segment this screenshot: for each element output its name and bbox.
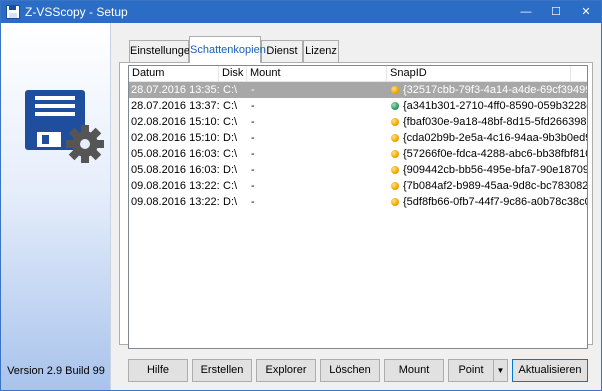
cell-disk: C:\ xyxy=(223,148,238,160)
status-orange-icon xyxy=(389,146,401,162)
cell-disk: C:\ xyxy=(223,84,238,96)
cell-datum: 28.07.2016 13:35:22 xyxy=(131,84,219,96)
cell-datum: 05.08.2016 16:03:23 xyxy=(131,148,219,160)
create-button[interactable]: Erstellen xyxy=(192,359,252,382)
cell-mount: - xyxy=(251,148,255,160)
table-row[interactable]: 28.07.2016 13:37:52 C:\ - {a341b301-2710… xyxy=(129,98,587,114)
cell-disk: C:\ xyxy=(223,100,238,112)
cell-snapid: {5df8fb66-0fb7-44f7-9c86-a0b78c38c03e} xyxy=(403,196,587,208)
tab-schattenkopien[interactable]: Schattenkopien xyxy=(189,36,266,63)
shadow-copies-list[interactable]: Datum Disk Mount SnapID 28.07.2016 13:35… xyxy=(128,65,588,349)
dropdown-arrow-icon[interactable]: ▼ xyxy=(493,360,507,381)
cell-mount: - xyxy=(251,196,255,208)
floppy-disk-gear-icon xyxy=(25,90,104,163)
cell-datum: 28.07.2016 13:37:52 xyxy=(131,100,219,112)
cell-snapid: {7b084af2-b989-45aa-9d8c-bc7830826ef6} xyxy=(403,180,587,192)
cell-mount: - xyxy=(251,132,255,144)
cell-snapid: {57266f0e-fdca-4288-abc6-bb38fbf810ee} xyxy=(403,148,587,160)
tab-einstellungen[interactable]: Einstellungen xyxy=(129,40,196,62)
cell-disk: C:\ xyxy=(223,180,238,192)
cell-datum: 02.08.2016 15:10:11 xyxy=(131,116,219,128)
sidebar: Version 2.9 Build 99 xyxy=(1,23,111,390)
cell-disk: C:\ xyxy=(223,116,238,128)
status-orange-icon xyxy=(389,194,401,210)
table-row[interactable]: 02.08.2016 15:10:11 C:\ - {fbaf030e-9a18… xyxy=(129,114,587,130)
cell-datum: 09.08.2016 13:22:45 xyxy=(131,196,219,208)
point-label: Point xyxy=(458,364,484,376)
cell-disk: D:\ xyxy=(223,196,238,208)
status-orange-icon xyxy=(389,130,401,146)
cell-mount: - xyxy=(251,100,255,112)
version-label: Version 2.9 Build 99 xyxy=(7,365,105,377)
tab-lizenz[interactable]: Lizenz xyxy=(303,40,339,62)
table-row[interactable]: 05.08.2016 16:03:23 C:\ - {57266f0e-fdca… xyxy=(129,146,587,162)
table-row[interactable]: 09.08.2016 13:22:45 C:\ - {7b084af2-b989… xyxy=(129,178,587,194)
status-green-icon xyxy=(389,98,401,114)
app-icon xyxy=(6,5,20,19)
cell-datum: 09.08.2016 13:22:45 xyxy=(131,180,219,192)
mount-button[interactable]: Mount xyxy=(384,359,444,382)
cell-mount: - xyxy=(251,116,255,128)
minimize-button[interactable]: — xyxy=(511,1,541,23)
refresh-button[interactable]: Aktualisieren xyxy=(512,359,588,382)
table-row[interactable]: 28.07.2016 13:35:22 C:\ - {32517cbb-79f3… xyxy=(129,82,587,98)
cell-disk: D:\ xyxy=(223,164,238,176)
explorer-button[interactable]: Explorer xyxy=(256,359,316,382)
cell-disk: D:\ xyxy=(223,132,238,144)
column-header-mount[interactable]: Mount xyxy=(247,66,387,82)
status-orange-icon xyxy=(389,162,401,178)
tab-dienst[interactable]: Dienst xyxy=(261,40,303,62)
table-row[interactable]: 09.08.2016 13:22:45 D:\ - {5df8fb66-0fb7… xyxy=(129,194,587,210)
cell-snapid: {a341b301-2710-4ff0-8590-059b3228e59d} xyxy=(403,100,587,112)
cell-mount: - xyxy=(251,164,255,176)
cell-mount: - xyxy=(251,180,255,192)
column-header-snapid[interactable]: SnapID xyxy=(387,66,571,82)
cell-datum: 02.08.2016 15:10:11 xyxy=(131,132,219,144)
list-header: Datum Disk Mount SnapID xyxy=(129,66,587,82)
cell-snapid: {cda02b9b-2e5a-4c16-94aa-9b3b0ed9eff1} xyxy=(403,132,587,144)
window-title: Z-VSScopy - Setup xyxy=(25,5,128,19)
point-button[interactable]: Point ▼ xyxy=(448,359,508,382)
help-button[interactable]: Hilfe xyxy=(128,359,188,382)
delete-button[interactable]: Löschen xyxy=(320,359,380,382)
title-bar[interactable]: Z-VSScopy - Setup — ☐ ✕ xyxy=(1,1,601,23)
status-orange-icon xyxy=(389,82,401,98)
table-row[interactable]: 05.08.2016 16:03:23 D:\ - {909442cb-bb56… xyxy=(129,162,587,178)
column-header-datum[interactable]: Datum xyxy=(129,66,219,82)
cell-snapid: {fbaf030e-9a18-48bf-8d15-5fd2663983d9} xyxy=(403,116,587,128)
cell-mount: - xyxy=(251,84,255,96)
column-header-disk[interactable]: Disk xyxy=(219,66,247,82)
setup-window: Z-VSScopy - Setup — ☐ ✕ Version 2.9 Buil… xyxy=(0,0,602,391)
cell-snapid: {909442cb-bb56-495e-bfa7-90e187098004} xyxy=(403,164,587,176)
table-row[interactable]: 02.08.2016 15:10:11 D:\ - {cda02b9b-2e5a… xyxy=(129,130,587,146)
status-orange-icon xyxy=(389,114,401,130)
close-button[interactable]: ✕ xyxy=(571,1,601,23)
cell-snapid: {32517cbb-79f3-4a14-a4de-69cf39499f45} xyxy=(403,84,587,96)
maximize-button[interactable]: ☐ xyxy=(541,1,571,23)
status-orange-icon xyxy=(389,178,401,194)
cell-datum: 05.08.2016 16:03:23 xyxy=(131,164,219,176)
